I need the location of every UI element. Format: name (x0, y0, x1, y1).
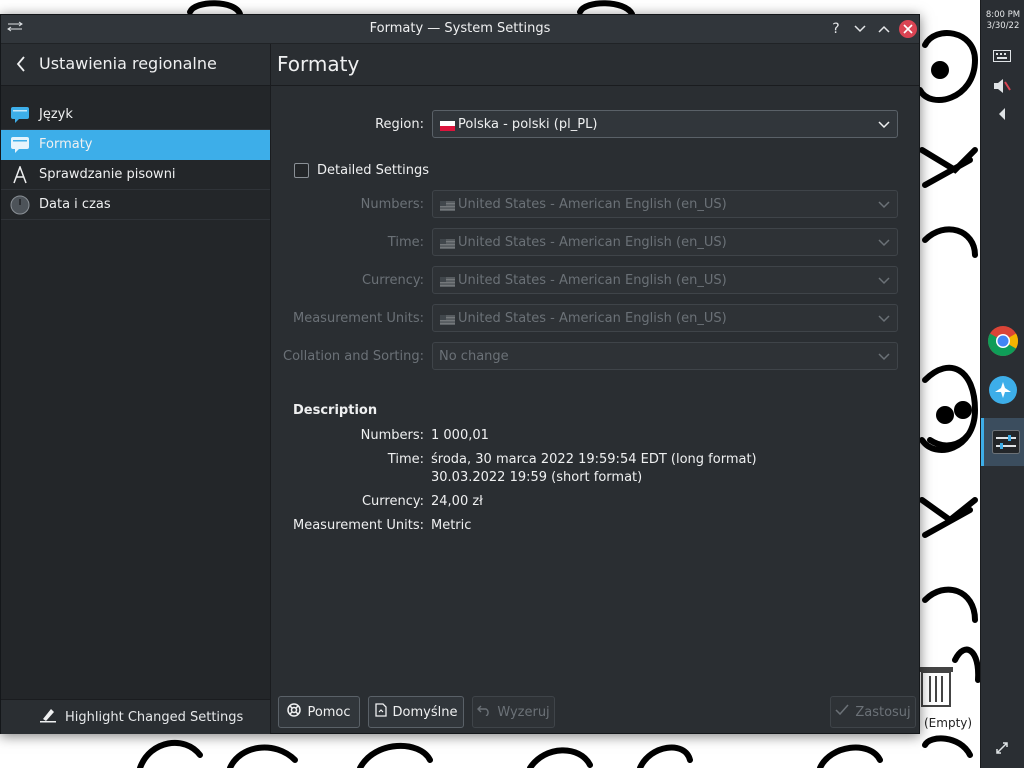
desc-units-label: Measurement Units: (293, 518, 424, 533)
numbers-label: Numbers: (360, 197, 424, 212)
us-flag-icon (440, 314, 455, 325)
system-settings-window: Formaty — System Settings ? Ustawienia r… (0, 14, 920, 734)
clock-date: 3/30/22 (986, 21, 1020, 31)
system-panel: 8:00 PM 3/30/22 (980, 0, 1024, 768)
desc-time-long: środa, 30 marca 2022 19:59:54 EDT (long … (431, 452, 757, 467)
sidebar-item-label: Sprawdzanie pisowni (39, 167, 176, 182)
minimize-button[interactable] (851, 20, 869, 38)
apply-button[interactable]: Zastosuj (830, 696, 916, 728)
desc-numbers-label: Numbers: (360, 428, 424, 443)
help-icon[interactable]: ? (827, 20, 845, 38)
main-header: Formaty (271, 44, 919, 86)
system-settings-task-icon[interactable] (981, 418, 1024, 466)
desc-time-short: 30.03.2022 19:59 (short format) (431, 470, 643, 485)
chrome-icon[interactable] (985, 323, 1021, 359)
collation-sorting-label: Collation and Sorting: (283, 349, 424, 364)
help-button[interactable]: Pomoc (278, 696, 360, 728)
sidebar-item-label: Data i czas (39, 197, 111, 212)
help-lifebuoy-icon (287, 703, 302, 721)
reset-button[interactable]: Wyzeruj (472, 696, 555, 728)
bottom-button-bar: Pomoc Domyślne Wyzeruj Zastosuj (271, 696, 919, 733)
desc-currency-label: Currency: (361, 494, 424, 509)
discover-icon[interactable] (985, 372, 1021, 408)
volume-muted-icon[interactable] (991, 76, 1013, 96)
reset-button-label: Wyzeruj (497, 704, 550, 720)
panel-config-icon[interactable] (991, 738, 1013, 758)
sidebar: Ustawienia regionalne Język Formaty Spra… (1, 44, 271, 734)
description-title: Description (293, 403, 378, 418)
region-value: Polska - polski (pl_PL) (458, 117, 598, 132)
numbers-combobox[interactable]: United States - American English (en_US) (432, 190, 898, 218)
formats-icon (10, 135, 30, 155)
currency-value: United States - American English (en_US) (458, 273, 727, 288)
titlebar[interactable]: Formaty — System Settings ? (1, 15, 919, 44)
window-title: Formaty — System Settings (369, 21, 551, 36)
sidebar-item-data-i-czas[interactable]: Data i czas (1, 190, 270, 220)
sidebar-header: Ustawienia regionalne (1, 44, 270, 86)
desc-time-label: Time: (387, 452, 424, 467)
region-label: Region: (375, 117, 424, 132)
trash-label: (Empty) (924, 716, 973, 730)
sidebar-item-label: Język (39, 107, 73, 122)
sidebar-item-sprawdzanie-pisowni[interactable]: Sprawdzanie pisowni (1, 160, 270, 190)
highlight-changed-settings-button[interactable]: Highlight Changed Settings (39, 706, 243, 728)
numbers-value: United States - American English (en_US) (458, 197, 727, 212)
desc-currency-value: 24,00 zł (431, 494, 483, 509)
sidebar-footer: Highlight Changed Settings (1, 699, 270, 734)
sidebar-item-formaty[interactable]: Formaty (1, 130, 270, 160)
formats-content: Region: Polska - polski (pl_PL) Detailed… (271, 86, 919, 696)
collation-sorting-combobox[interactable]: No change (432, 342, 898, 370)
chevron-down-icon (877, 117, 891, 131)
detailed-settings-label[interactable]: Detailed Settings (317, 163, 429, 178)
highlight-changed-settings-label: Highlight Changed Settings (65, 709, 244, 725)
us-flag-icon (440, 276, 455, 287)
desc-numbers-value: 1 000,01 (431, 428, 489, 443)
time-label: Time: (387, 235, 424, 250)
chevron-down-icon (877, 349, 891, 363)
keyboard-icon[interactable] (991, 46, 1013, 66)
panel-clock[interactable]: 8:00 PM 3/30/22 (981, 10, 1024, 32)
currency-combobox[interactable]: United States - American English (en_US) (432, 266, 898, 294)
tray-expand-icon[interactable] (991, 104, 1013, 124)
language-icon (10, 105, 30, 125)
measurement-units-label: Measurement Units: (293, 311, 424, 326)
highlighter-icon (39, 707, 57, 727)
region-combobox[interactable]: Polska - polski (pl_PL) (432, 110, 898, 138)
clock-time: 8:00 PM (985, 10, 1021, 20)
currency-label: Currency: (361, 273, 424, 288)
collation-sorting-value: No change (439, 349, 509, 364)
checkmark-icon (835, 704, 849, 720)
apply-button-label: Zastosuj (855, 704, 911, 720)
sidebar-item-jezyk[interactable]: Język (1, 100, 270, 130)
undo-icon (477, 704, 491, 720)
defaults-button-label: Domyślne (392, 704, 458, 720)
chevron-down-icon (877, 273, 891, 287)
clock-icon (10, 195, 30, 215)
document-defaults-icon (374, 703, 387, 721)
poland-flag-icon (440, 120, 455, 131)
desc-units-value: Metric (431, 518, 472, 533)
chevron-down-icon (877, 197, 891, 211)
maximize-button[interactable] (875, 20, 893, 38)
back-arrow-icon[interactable] (11, 53, 31, 75)
sidebar-title: Ustawienia regionalne (39, 54, 217, 73)
sidebar-item-label: Formaty (39, 137, 93, 152)
page-title: Formaty (277, 52, 360, 76)
help-button-label: Pomoc (307, 704, 351, 720)
detailed-settings-checkbox[interactable] (294, 163, 309, 178)
us-flag-icon (440, 200, 455, 211)
chevron-down-icon (877, 235, 891, 249)
measurement-units-value: United States - American English (en_US) (458, 311, 727, 326)
measurement-units-combobox[interactable]: United States - American English (en_US) (432, 304, 898, 332)
time-combobox[interactable]: United States - American English (en_US) (432, 228, 898, 256)
close-button[interactable] (899, 20, 917, 38)
chevron-down-icon (877, 311, 891, 325)
spellcheck-icon (10, 165, 30, 185)
time-value: United States - American English (en_US) (458, 235, 727, 250)
us-flag-icon (440, 238, 455, 249)
defaults-button[interactable]: Domyślne (368, 696, 464, 728)
